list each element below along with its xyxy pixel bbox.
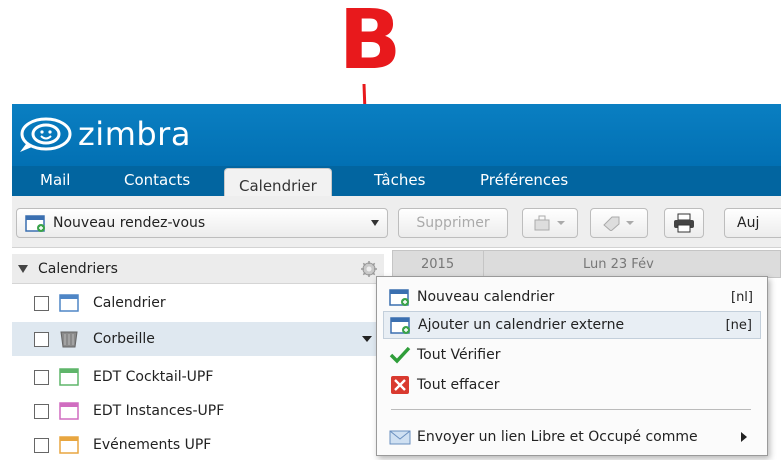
collapse-triangle-icon[interactable]	[18, 264, 28, 273]
new-calendar-icon	[389, 289, 409, 306]
envelope-icon	[389, 430, 411, 445]
calendar-checkbox[interactable]	[34, 437, 49, 453]
calendar-item-edt-cocktail[interactable]: EDT Cocktail-UPF	[12, 360, 384, 394]
menu-item-clear-all[interactable]: Tout effacer	[383, 371, 761, 399]
menu-item-label: Nouveau calendrier	[417, 289, 555, 305]
view-year: 2015	[421, 257, 455, 272]
external-calendar-icon	[390, 317, 410, 334]
move-button[interactable]	[522, 208, 578, 238]
main-tabbar: Mail Contacts Calendrier Tâches Préféren…	[12, 166, 781, 198]
calendar-checkbox[interactable]	[34, 295, 49, 311]
view-day: Lun 23 Fév	[583, 257, 654, 272]
menu-item-label: Ajouter un calendrier externe	[418, 317, 625, 333]
calendar-item-corbeille[interactable]: Corbeille	[12, 322, 384, 356]
annotation-letter: B	[338, 0, 402, 88]
new-appointment-button[interactable]: Nouveau rendez-vous	[16, 208, 388, 238]
delete-button[interactable]: Supprimer	[398, 208, 508, 238]
tab-taches[interactable]: Tâches	[374, 170, 425, 196]
printer-icon	[674, 213, 694, 233]
logo-text: zimbra	[78, 115, 191, 153]
tab-mail[interactable]: Mail	[40, 170, 70, 196]
menu-item-new-calendar[interactable]: Nouveau calendrier [nl]	[383, 283, 761, 311]
calendar-item-calendrier[interactable]: Calendrier	[12, 286, 384, 320]
view-header-divider	[483, 251, 484, 277]
calendar-item-edt-instances[interactable]: EDT Instances-UPF	[12, 394, 384, 428]
chevron-down-icon[interactable]	[371, 220, 379, 226]
tab-calendrier[interactable]: Calendrier	[224, 168, 332, 198]
tab-contacts[interactable]: Contacts	[124, 170, 190, 196]
menu-item-add-external-calendar[interactable]: Ajouter un calendrier externe [ne]	[383, 311, 761, 339]
menu-item-send-free-busy-link[interactable]: Envoyer un lien Libre et Occupé comme	[383, 423, 761, 451]
zimbra-logo-icon	[20, 117, 72, 152]
calendar-context-menu: Nouveau calendrier [nl] Ajouter un calen…	[376, 276, 768, 456]
calendar-sidebar: Calendriers Calendrier Corbeille EDT Coc…	[12, 248, 384, 460]
menu-item-label: Tout Vérifier	[417, 347, 501, 363]
submenu-arrow-icon	[741, 432, 747, 442]
menu-item-label: Tout effacer	[417, 377, 500, 393]
new-appointment-label: Nouveau rendez-vous	[53, 215, 206, 231]
trash-icon	[60, 331, 78, 348]
app-header: zimbra	[12, 104, 781, 166]
calendars-section-title: Calendriers	[38, 260, 118, 277]
menu-item-shortcut: [nl]	[731, 289, 753, 305]
tab-preferences[interactable]: Préférences	[480, 170, 568, 196]
clear-icon	[391, 376, 409, 394]
calendar-icon	[59, 294, 79, 312]
tag-button[interactable]	[590, 208, 648, 238]
checkmark-icon	[389, 346, 411, 364]
move-folder-icon	[534, 215, 565, 231]
menu-item-shortcut: [ne]	[725, 317, 752, 333]
menu-item-label: Envoyer un lien Libre et Occupé comme	[417, 429, 698, 445]
calendar-label: Evénements UPF	[93, 437, 212, 453]
calendars-section-header[interactable]: Calendriers	[12, 254, 384, 284]
calendar-item-evenements[interactable]: Evénements UPF	[12, 428, 384, 460]
calendar-icon	[59, 402, 79, 420]
calendar-view-header: 2015 Lun 23 Fév	[392, 250, 781, 278]
calendar-icon	[59, 436, 79, 454]
calendar-label: EDT Cocktail-UPF	[93, 369, 214, 385]
calendar-label: Corbeille	[93, 331, 155, 347]
calendar-checkbox[interactable]	[34, 331, 49, 347]
today-button[interactable]: Auj	[724, 208, 781, 238]
new-appointment-icon	[25, 215, 45, 232]
row-menu-caret-icon[interactable]	[362, 336, 372, 342]
calendar-label: EDT Instances-UPF	[93, 403, 225, 419]
menu-item-check-all[interactable]: Tout Vérifier	[383, 341, 761, 369]
menu-separator	[391, 409, 751, 410]
print-button[interactable]	[664, 208, 704, 238]
calendar-checkbox[interactable]	[34, 369, 49, 385]
calendar-toolbar: Nouveau rendez-vous Supprimer Auj	[12, 196, 781, 248]
tag-icon	[603, 216, 634, 231]
zimbra-logo[interactable]: zimbra	[18, 112, 191, 156]
calendar-icon	[59, 368, 79, 386]
calendar-checkbox[interactable]	[34, 403, 49, 419]
calendar-label: Calendrier	[93, 295, 166, 311]
